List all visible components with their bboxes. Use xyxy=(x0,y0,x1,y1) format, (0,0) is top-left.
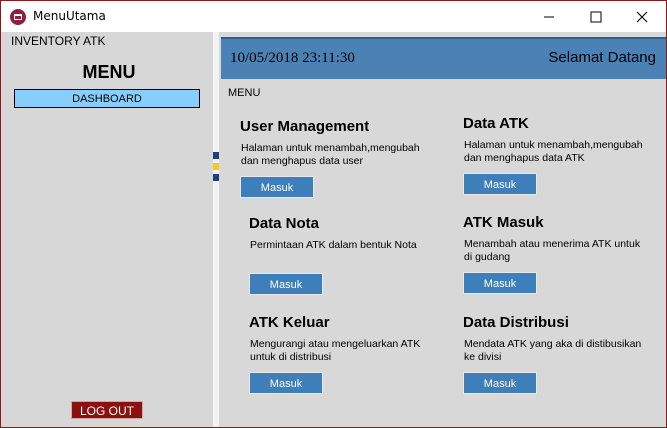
card-title-data-nota: Data Nota xyxy=(249,215,320,232)
main-panel: 10/05/2018 23:11:30 Selamat Datang MENU … xyxy=(219,32,666,427)
main-window: MenuUtama INVENTORY ATK MENU DASHBOARD L… xyxy=(0,0,667,428)
card-desc-atk-keluar: Mengurangi atau mengeluarkan ATK untuk d… xyxy=(250,338,421,363)
header-bar: 10/05/2018 23:11:30 Selamat Datang xyxy=(221,37,666,79)
minimize-button[interactable] xyxy=(526,1,572,32)
card-desc-data-distribusi: Mendata ATK yang aka di distibusikan ke … xyxy=(464,338,642,363)
close-button[interactable] xyxy=(619,1,665,32)
card-desc-atk-masuk: Menambah atau menerima ATK untuk di guda… xyxy=(464,238,641,263)
masuk-button-data-atk[interactable]: Masuk xyxy=(463,173,537,195)
masuk-button-data-nota[interactable]: Masuk xyxy=(249,273,323,295)
sidebar: INVENTORY ATK MENU DASHBOARD LOG OUT xyxy=(1,32,213,427)
minimize-icon xyxy=(544,16,554,18)
masuk-button-atk-keluar[interactable]: Masuk xyxy=(249,372,323,394)
card-title-user-management: User Management xyxy=(240,118,370,135)
card-title-data-distribusi: Data Distribusi xyxy=(463,314,569,331)
card-title-atk-masuk: ATK Masuk xyxy=(463,214,544,231)
datetime-text: 10/05/2018 23:11:30 xyxy=(230,50,355,66)
title-bar: MenuUtama xyxy=(1,1,666,32)
maximize-button[interactable] xyxy=(573,1,619,32)
card-title-atk-keluar: ATK Keluar xyxy=(249,314,330,331)
app-label: INVENTORY ATK xyxy=(11,34,106,48)
app-icon xyxy=(10,9,26,25)
dashboard-button[interactable]: DASHBOARD xyxy=(14,89,200,108)
masuk-button-data-distribusi[interactable]: Masuk xyxy=(463,372,537,394)
section-label: MENU xyxy=(228,87,261,99)
logout-button[interactable]: LOG OUT xyxy=(71,401,143,419)
card-desc-data-atk: Halaman untuk menambah,mengubah dan meng… xyxy=(464,139,643,164)
welcome-text: Selamat Datang xyxy=(548,49,656,66)
card-desc-data-nota: Permintaan ATK dalam bentuk Nota xyxy=(250,239,417,251)
window-title: MenuUtama xyxy=(33,9,106,23)
close-icon xyxy=(636,11,648,23)
masuk-button-user-management[interactable]: Masuk xyxy=(240,176,314,198)
masuk-button-atk-masuk[interactable]: Masuk xyxy=(463,272,537,294)
card-desc-user-management: Halaman untuk menambah,mengubah dan meng… xyxy=(241,142,420,167)
maximize-icon xyxy=(590,11,602,23)
menu-title: MENU xyxy=(82,62,136,82)
card-title-data-atk: Data ATK xyxy=(463,115,529,132)
